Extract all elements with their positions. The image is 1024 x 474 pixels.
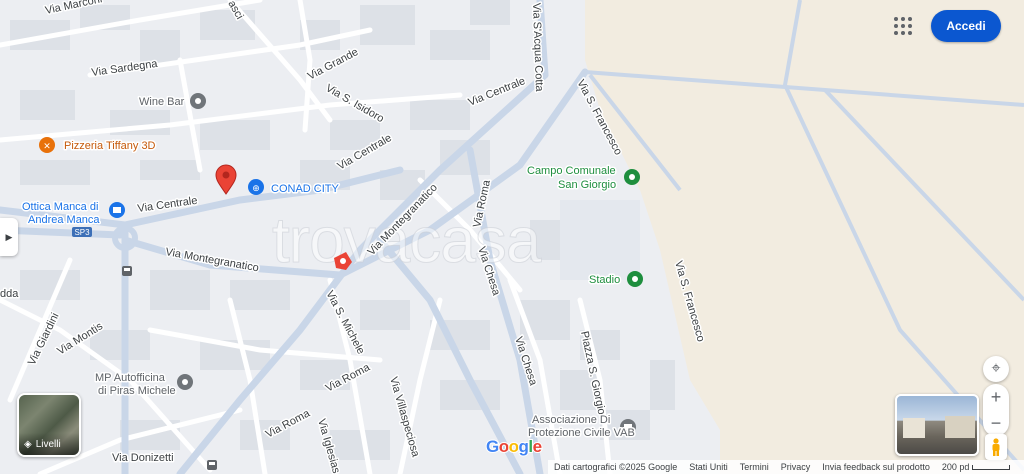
zoom-out-button[interactable]: −: [983, 410, 1009, 436]
poi-label-pizzeria: Pizzeria Tiffany 3D: [64, 140, 156, 152]
map-footer: Dati cartografici ©2025 Google Stati Uni…: [548, 460, 1024, 474]
map-data-attribution: Dati cartografici ©2025 Google: [554, 462, 678, 472]
poi-label-wine-bar: Wine Bar: [139, 96, 185, 108]
svg-text:✕: ✕: [43, 142, 51, 152]
street-view-thumbnail[interactable]: [895, 394, 979, 456]
feedback-link[interactable]: Invia feedback sul prodotto: [816, 462, 936, 472]
layers-button[interactable]: ◈ Livelli: [17, 393, 81, 457]
zoom-in-button[interactable]: +: [983, 384, 1009, 410]
road-label-via-grande: Via Grande: [306, 46, 361, 83]
svg-text:⊕: ⊕: [252, 184, 260, 194]
privacy-link[interactable]: Privacy: [775, 462, 817, 472]
svg-text:SP3: SP3: [74, 228, 90, 237]
google-logo: Google: [485, 436, 543, 457]
poi-label-autofficina-2: di Piras Michele: [98, 385, 176, 397]
my-location-button[interactable]: ⌖: [983, 356, 1009, 382]
poi-label-ottica-2: Andrea Manca: [28, 214, 100, 226]
route-badge: SP3: [72, 227, 92, 237]
pegman-icon[interactable]: [985, 434, 1007, 460]
poi-label-protezione-1: Associazione Di: [532, 414, 610, 426]
scale-label: 200 pd: [941, 462, 970, 472]
poi-label-campo-1: Campo Comunale: [527, 165, 616, 177]
poi-label-stadio: Stadio: [589, 274, 620, 286]
terms-link[interactable]: Termini: [734, 462, 775, 472]
stadio-marker[interactable]: [627, 271, 643, 287]
wine-bar-marker[interactable]: [190, 93, 206, 109]
zoom-control: + −: [983, 384, 1009, 436]
location-pin-icon[interactable]: [215, 164, 237, 195]
map-canvas[interactable]: SP3 trovacasa Via Marconi Via Sardegna V…: [0, 0, 1024, 474]
road-label-left-partial: dda: [0, 288, 19, 300]
chevron-right-icon: ▶: [5, 231, 13, 242]
map-base: SP3 trovacasa Via Marconi Via Sardegna V…: [0, 0, 1024, 474]
bus-stop-icon-2[interactable]: [207, 460, 217, 470]
poi-label-campo-2: San Giorgio: [558, 179, 616, 191]
poi-label-ottica-1: Ottica Manca di: [22, 201, 98, 213]
conad-marker[interactable]: ⊕: [248, 179, 264, 195]
poi-label-autofficina-1: MP Autofficina: [95, 372, 166, 384]
poi-label-protezione-2: Protezione Civile VAB: [528, 427, 635, 439]
expand-panel-button[interactable]: ▶: [0, 218, 18, 256]
bus-stop-icon[interactable]: [122, 266, 132, 276]
road-label-via-acqua-cotta: Via S'Acqua Cotta: [530, 3, 545, 93]
sign-in-button[interactable]: Accedi: [931, 10, 1001, 42]
layers-icon: ◈: [24, 438, 32, 450]
crosshair-icon: ⌖: [991, 360, 1001, 377]
autofficina-marker[interactable]: [177, 374, 193, 390]
campo-marker[interactable]: [624, 169, 640, 185]
ottica-marker[interactable]: [109, 202, 125, 218]
scale-bar[interactable]: 200 pd: [936, 462, 1017, 472]
layers-label: Livelli: [35, 438, 61, 450]
sports-field: [560, 200, 640, 280]
country-link[interactable]: Stati Uniti: [683, 462, 734, 472]
road-label-via-sardegna: Via Sardegna: [91, 58, 159, 79]
poi-label-conad: CONAD CITY: [271, 183, 340, 195]
apps-grid-icon[interactable]: [892, 15, 914, 37]
road-label-via-donizetti: Via Donizetti: [112, 452, 174, 464]
pizzeria-marker[interactable]: ✕: [39, 137, 55, 153]
